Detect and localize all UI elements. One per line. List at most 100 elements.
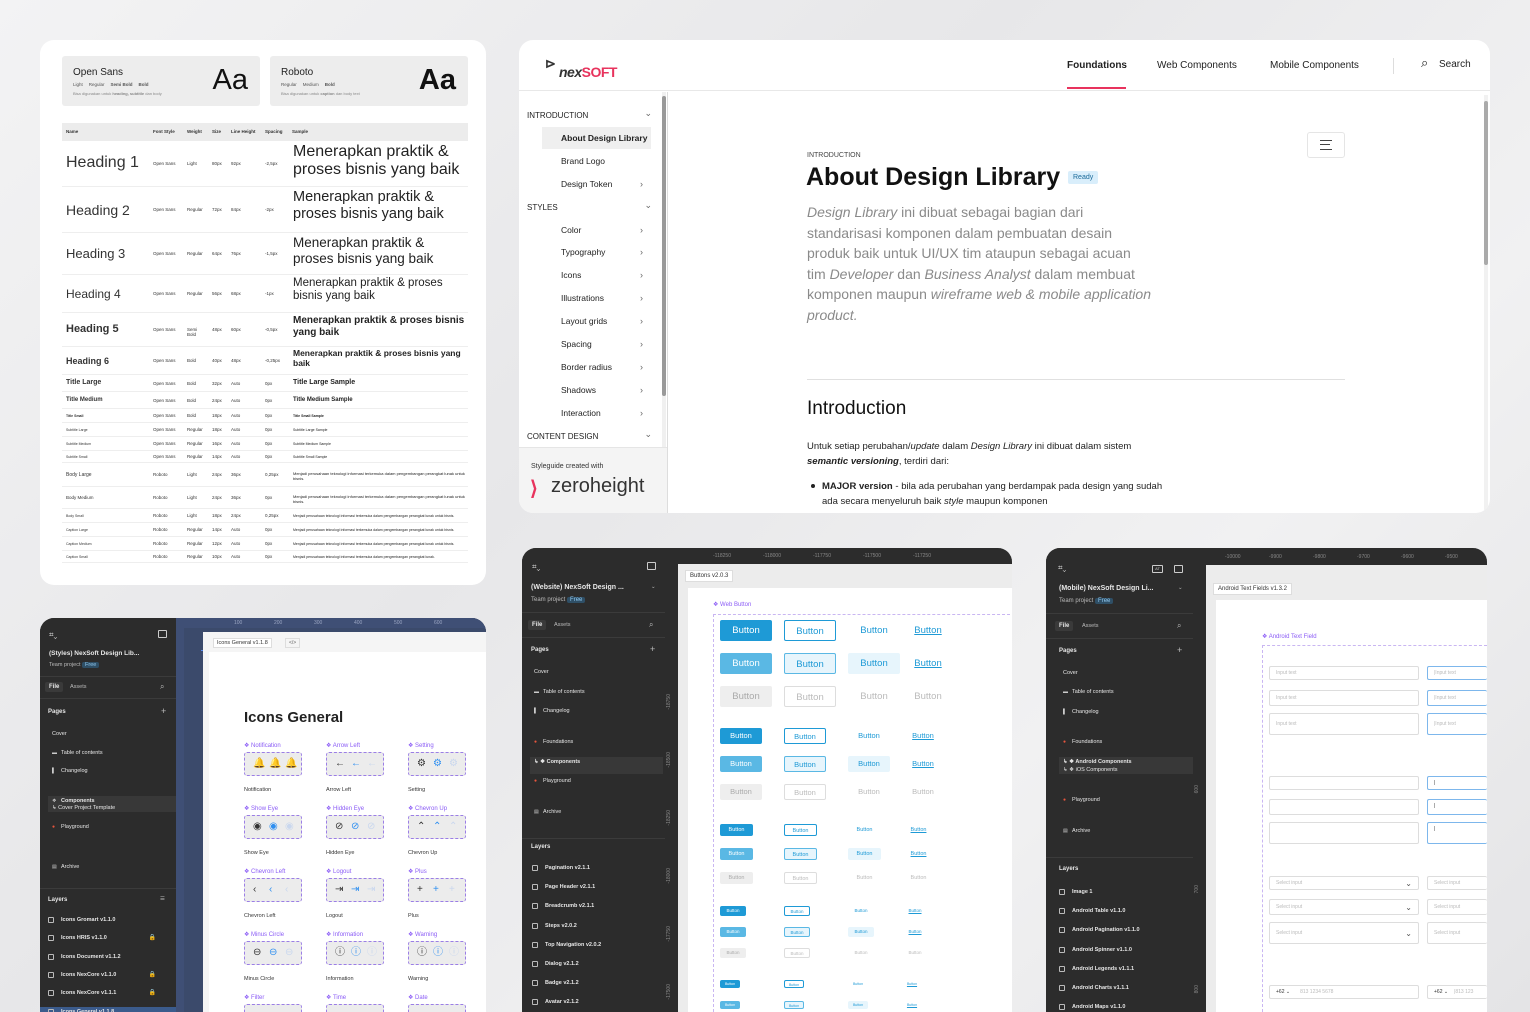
button-b-link[interactable]: Button bbox=[902, 620, 954, 641]
button-b-solid2[interactable]: Button bbox=[720, 653, 772, 674]
button-b-link[interactable]: Button bbox=[902, 927, 928, 937]
button-b-text2[interactable]: Button bbox=[848, 927, 874, 937]
icon-setting-set[interactable]: ⚙ ⚙ ⚙ bbox=[408, 752, 466, 776]
sidebar-item-spacing[interactable]: Spacing › bbox=[542, 333, 651, 355]
button-b-distext[interactable]: Button bbox=[902, 872, 935, 884]
frame-tag[interactable]: Icons General v1.1.8 bbox=[213, 638, 272, 648]
button-b-text2[interactable]: Button bbox=[848, 653, 900, 674]
layer-item[interactable]: Top Navigation v2.0.2 bbox=[522, 940, 665, 958]
page-item[interactable]: ● Foundations bbox=[1059, 737, 1195, 754]
button-b-disout[interactable]: Button bbox=[784, 784, 826, 800]
button-b-disout[interactable]: Button bbox=[784, 686, 836, 707]
icon-date-set[interactable] bbox=[408, 1004, 466, 1012]
page-item[interactable]: ● Foundations bbox=[530, 737, 663, 755]
ai-icon[interactable]: AT bbox=[1152, 565, 1163, 573]
page-item[interactable]: ▌ Changelog bbox=[1059, 707, 1195, 724]
button-b-distext[interactable]: Button bbox=[902, 948, 928, 958]
text-field[interactable]: Input text bbox=[1269, 713, 1419, 735]
button-b-solid[interactable]: Button bbox=[720, 728, 762, 744]
text-field-empty-focused[interactable]: | bbox=[1427, 799, 1487, 815]
icon-chevron-up-set[interactable]: ⌃ ⌃ ⌃ bbox=[408, 815, 466, 839]
zeroheight-footer[interactable]: Styleguide created with ⟩ zeroheight bbox=[519, 447, 667, 513]
text-field-empty-focused[interactable]: | bbox=[1427, 822, 1487, 844]
layer-item[interactable]: Icons NexCore v1.1.1 🔒 bbox=[40, 988, 176, 1005]
button-b-out2[interactable]: Button bbox=[784, 848, 817, 860]
page-item[interactable]: ▌ Changelog bbox=[48, 766, 176, 783]
sidebar-scrollbar[interactable] bbox=[662, 96, 666, 396]
layer-item[interactable]: Icons Gromart v1.1.0 bbox=[40, 915, 176, 932]
figma-canvas[interactable]: 100 200 300 400 500 600 Icons General ❖ Notif… bbox=[176, 618, 486, 1012]
text-field[interactable]: Input text bbox=[1269, 666, 1419, 680]
panel-toggle-icon[interactable] bbox=[158, 630, 167, 638]
select-field[interactable]: Select input ⌄ bbox=[1269, 899, 1419, 915]
sidebar-item-icons[interactable]: Icons › bbox=[542, 264, 651, 286]
project-name[interactable]: (Mobile) NexSoft Design Li... bbox=[1059, 585, 1154, 592]
button-b-link[interactable]: Button bbox=[902, 824, 935, 836]
button-b-solid2[interactable]: Button bbox=[720, 1001, 740, 1009]
button-b-link[interactable]: Button bbox=[902, 1001, 922, 1009]
button-b-solid[interactable]: Button bbox=[720, 906, 746, 916]
page-item[interactable]: ● Playground bbox=[530, 776, 663, 794]
chevron-down-icon[interactable]: ⌄ bbox=[1178, 585, 1183, 591]
tab-file[interactable]: File bbox=[1055, 621, 1074, 631]
page-item[interactable]: ▬ Table of contents bbox=[48, 748, 176, 765]
select-field[interactable]: Select input ⌄ bbox=[1269, 922, 1419, 944]
button-b-text[interactable]: Button bbox=[848, 906, 874, 916]
page-item[interactable]: Cover bbox=[1059, 668, 1195, 685]
sidebar-item-border-radius[interactable]: Border radius › bbox=[542, 356, 651, 378]
button-b-link[interactable]: Button bbox=[902, 980, 922, 988]
select-field-disabled[interactable]: Select input bbox=[1427, 922, 1487, 944]
button-b-out[interactable]: Button bbox=[784, 824, 817, 836]
text-field-empty[interactable] bbox=[1269, 799, 1419, 815]
layer-item[interactable]: Steps v2.0.2 bbox=[522, 921, 665, 939]
button-b-distext[interactable]: Button bbox=[848, 948, 874, 958]
icon-information-set[interactable]: ⓘ ⓘ ⓘ bbox=[326, 941, 384, 965]
button-b-link[interactable]: Button bbox=[902, 906, 928, 916]
textfields-frame[interactable]: ❖ Android Text Field Input text |Input te… bbox=[1216, 600, 1487, 1012]
text-field-empty[interactable] bbox=[1269, 822, 1419, 844]
button-b-link[interactable]: Button bbox=[902, 756, 944, 772]
layer-item[interactable]: Icons General v1.1.8 bbox=[40, 1006, 176, 1012]
panel-toggle-icon[interactable] bbox=[1174, 565, 1183, 573]
sidebar-item-interaction[interactable]: Interaction › bbox=[542, 402, 651, 424]
button-b-text[interactable]: Button bbox=[848, 980, 868, 988]
tab-assets[interactable]: Assets bbox=[554, 622, 571, 628]
layer-item[interactable]: Icons HRIS v1.1.0 🔒 bbox=[40, 933, 176, 950]
nav-foundations[interactable]: Foundations bbox=[1067, 60, 1127, 71]
toc-toggle-button[interactable] bbox=[1307, 132, 1345, 158]
button-b-solid2[interactable]: Button bbox=[720, 848, 753, 860]
text-field-empty[interactable] bbox=[1269, 776, 1419, 790]
page-item[interactable]: ▤ Archive bbox=[48, 862, 176, 879]
icon-show-eye-set[interactable]: ◉ ◉ ◉ bbox=[244, 815, 302, 839]
project-name[interactable]: (Styles) NexSoft Design Lib... bbox=[49, 650, 139, 657]
layer-item[interactable]: Dialog v2.1.2 bbox=[522, 959, 665, 977]
button-b-text[interactable]: Button bbox=[848, 824, 881, 836]
add-page-icon[interactable]: + bbox=[1177, 645, 1182, 655]
page-item[interactable]: ▤ Archive bbox=[530, 807, 663, 825]
icon-plus-set[interactable]: + + + bbox=[408, 878, 466, 902]
button-b-dis[interactable]: Button bbox=[720, 948, 746, 958]
layer-item[interactable]: Android Pagination v1.1.0 bbox=[1046, 925, 1193, 943]
icon-notification-set[interactable]: 🔔 🔔 🔔 bbox=[244, 752, 302, 776]
sidebar-item-illustrations[interactable]: Illustrations › bbox=[542, 287, 651, 309]
button-b-dis[interactable]: Button bbox=[720, 686, 772, 707]
layers-filter-icon[interactable]: ☰ bbox=[160, 896, 165, 902]
button-b-disout[interactable]: Button bbox=[784, 872, 817, 884]
page-item[interactable]: ▌ Changelog bbox=[530, 706, 663, 724]
icon-filter-set[interactable] bbox=[244, 1004, 302, 1012]
icon-warning-set[interactable]: ⓘ ⓘ ⓘ bbox=[408, 941, 466, 965]
button-b-distext[interactable]: Button bbox=[848, 872, 881, 884]
select-field[interactable]: Select input ⌄ bbox=[1269, 876, 1419, 890]
page-item[interactable]: Cover bbox=[530, 667, 663, 685]
sidebar-item-shadows[interactable]: Shadows › bbox=[542, 379, 651, 401]
layer-item[interactable]: Image 1 bbox=[1046, 887, 1193, 905]
button-b-out[interactable]: Button bbox=[784, 728, 826, 744]
select-field-disabled[interactable]: Select input bbox=[1427, 876, 1487, 890]
frame-tag[interactable]: Buttons v2.0.3 bbox=[685, 570, 734, 582]
content-scroll-track[interactable] bbox=[1484, 95, 1488, 513]
icon-time-set[interactable] bbox=[326, 1004, 384, 1012]
frame-tag[interactable]: Android Text Fields v1.3.2 bbox=[1213, 583, 1292, 595]
button-b-text2[interactable]: Button bbox=[848, 848, 881, 860]
button-b-text2[interactable]: Button bbox=[848, 1001, 868, 1009]
add-page-icon[interactable]: + bbox=[161, 706, 166, 716]
